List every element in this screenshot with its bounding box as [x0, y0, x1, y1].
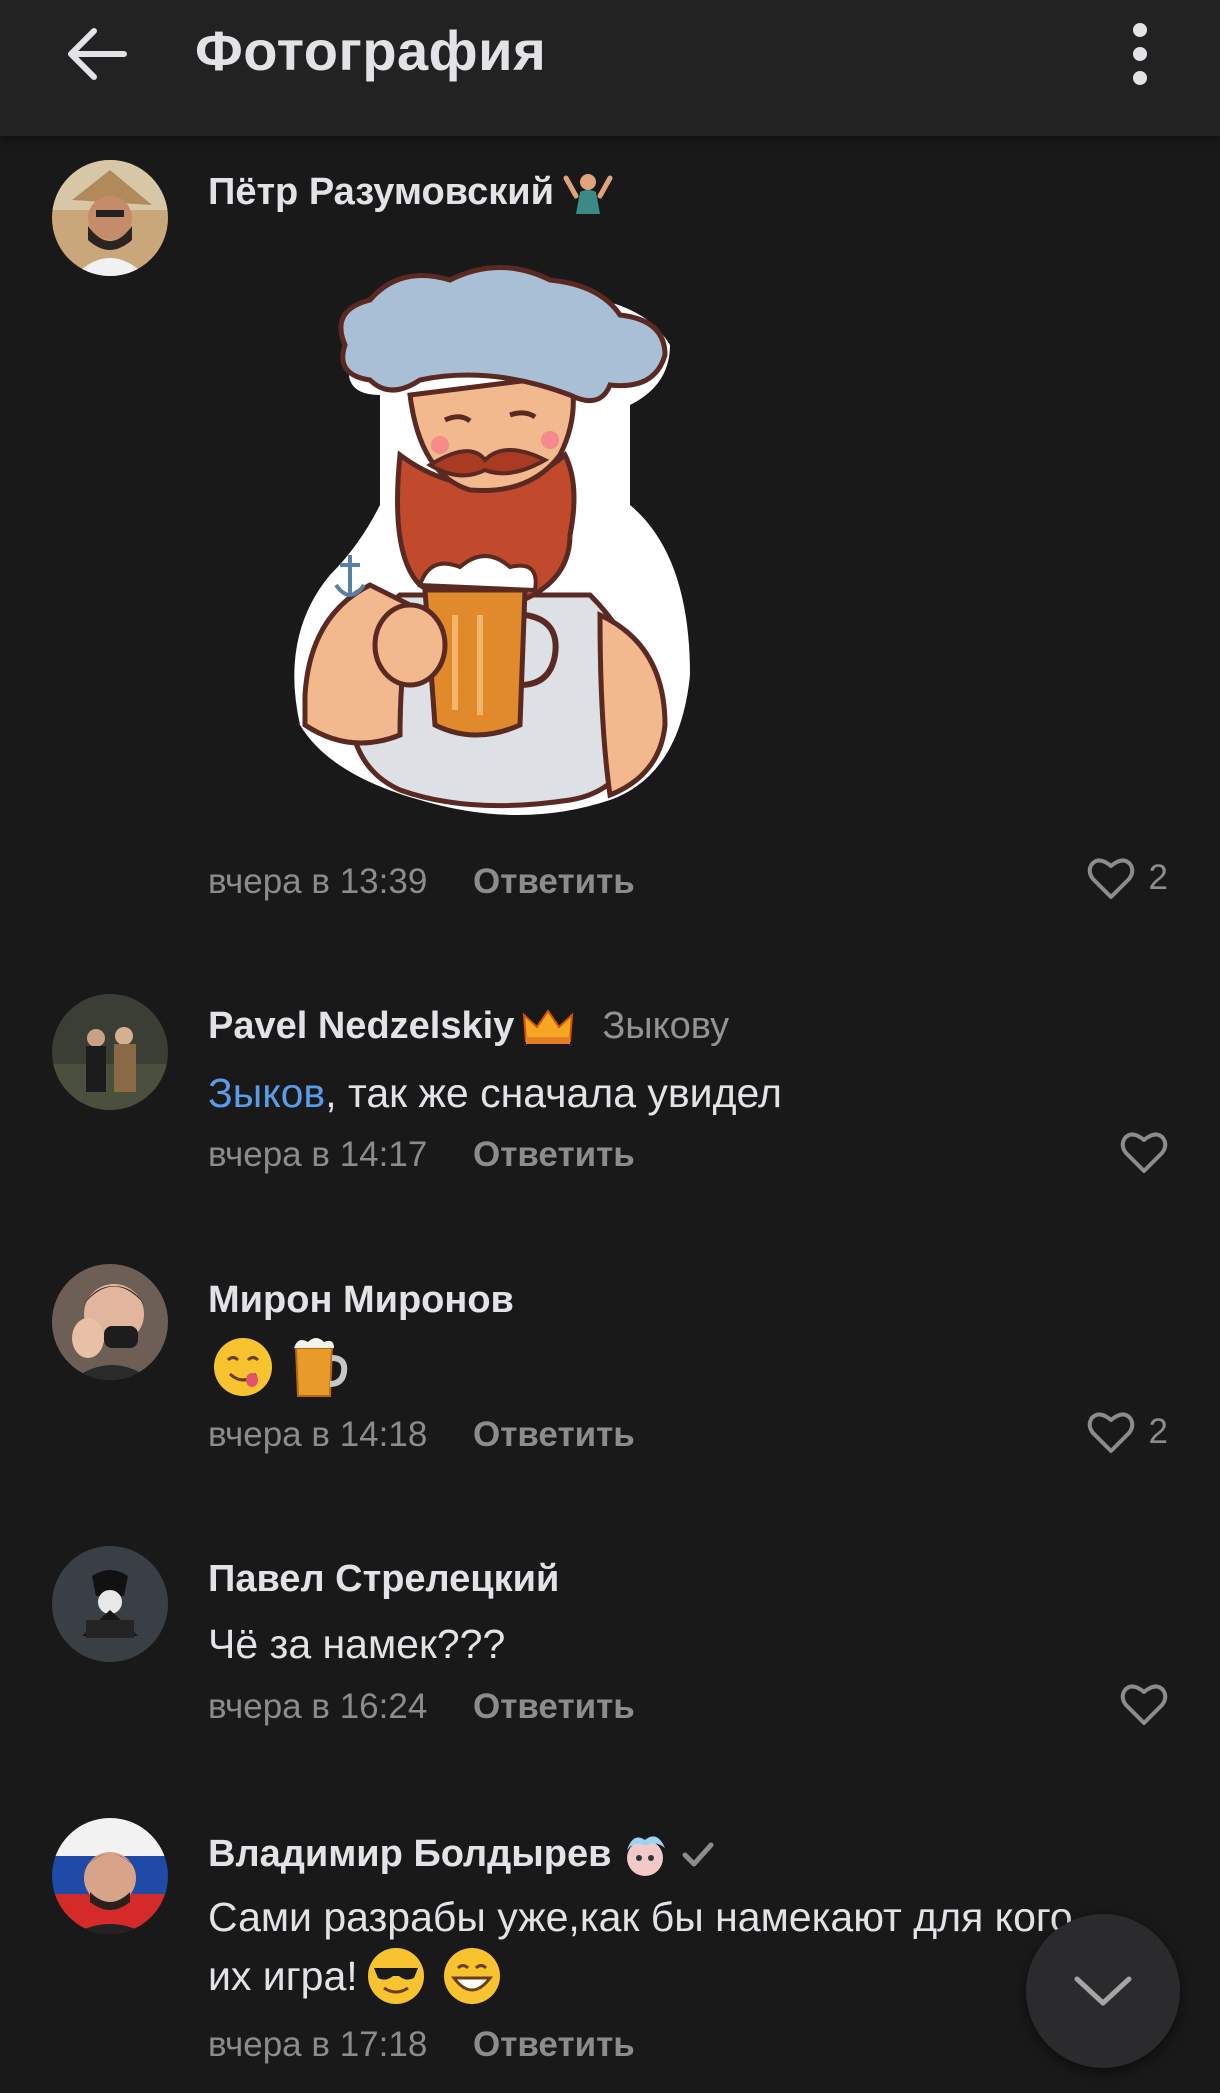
comment-text-line: их игра! — [208, 1946, 1168, 2006]
comment-time[interactable]: вчера в 14:18 — [208, 1415, 427, 1454]
app-bar: Фотография — [0, 0, 1220, 136]
like-button[interactable] — [1120, 1130, 1168, 1174]
reply-button[interactable]: Ответить — [473, 862, 635, 901]
cold-face-icon — [627, 1836, 666, 1876]
avatar[interactable] — [52, 1264, 168, 1380]
reply-button[interactable]: Ответить — [473, 1415, 635, 1454]
comment-text: Чё за намек??? — [208, 1621, 506, 1667]
like-count: 2 — [1148, 858, 1168, 897]
mention-link[interactable]: Зыков — [208, 1070, 325, 1116]
scroll-down-button[interactable] — [1026, 1914, 1180, 2068]
sunglasses-face-icon — [367, 1948, 424, 2004]
grinning-face-icon — [443, 1948, 500, 2004]
person-emoji-icon — [563, 174, 613, 214]
comment-meta: вчера в 17:18 Ответить — [208, 2025, 635, 2065]
comment-emojis — [212, 1334, 350, 1400]
comment-meta: вчера в 14:17 Ответить — [208, 1135, 635, 1175]
comment-meta: вчера в 16:24 Ответить — [208, 1687, 635, 1727]
like-button[interactable]: 2 — [1087, 1410, 1168, 1454]
comment-text: Сами разрабы уже,как бы намекают для ког… — [208, 1888, 1168, 2006]
page-title: Фотография — [195, 19, 547, 82]
comment-author[interactable]: Павел Стрелецкий — [208, 1558, 559, 1601]
heart-icon — [1087, 858, 1134, 899]
comment-text: Зыков, так же сначала увидел — [208, 1070, 782, 1116]
heart-icon — [1120, 1132, 1168, 1173]
verified-check-icon — [682, 1842, 714, 1867]
avatar[interactable] — [52, 1818, 168, 1934]
reply-to-label[interactable]: Зыкову — [602, 1005, 729, 1048]
comment-meta: вчера в 14:18 Ответить — [208, 1415, 635, 1455]
comment-author[interactable]: Владимир Болдырев — [208, 1830, 715, 1878]
sticker-image[interactable] — [270, 255, 720, 816]
heart-icon — [1087, 1412, 1134, 1453]
more-vertical-icon — [1133, 23, 1147, 85]
like-button[interactable]: 2 — [1087, 856, 1168, 900]
comment-author[interactable]: Pavel Nedzelskiy Зыкову — [208, 1005, 729, 1048]
chevron-down-icon — [1074, 1976, 1132, 2006]
heart-icon — [1120, 1684, 1168, 1725]
comment-author[interactable]: Мирон Миронов — [208, 1279, 514, 1322]
comment-meta: вчера в 13:39 Ответить — [208, 862, 635, 902]
avatar[interactable] — [52, 994, 168, 1110]
comment-author[interactable]: Пётр Разумовский — [208, 170, 614, 214]
like-button[interactable] — [1120, 1682, 1168, 1726]
comment-time[interactable]: вчера в 16:24 — [208, 1687, 427, 1726]
avatar[interactable] — [52, 160, 168, 276]
reply-button[interactable]: Ответить — [473, 1135, 635, 1174]
like-count: 2 — [1148, 1412, 1168, 1451]
reply-button[interactable]: Ответить — [473, 1687, 635, 1726]
crown-icon — [523, 1008, 574, 1044]
comment-time[interactable]: вчера в 13:39 — [208, 862, 427, 901]
more-options-button[interactable] — [1100, 14, 1180, 94]
back-button[interactable] — [52, 14, 142, 94]
comment-time[interactable]: вчера в 17:18 — [208, 2025, 427, 2064]
reply-button[interactable]: Ответить — [473, 2025, 635, 2064]
back-arrow-icon — [68, 28, 127, 80]
beer-mug-icon — [294, 1338, 348, 1397]
comment-time[interactable]: вчера в 14:17 — [208, 1135, 427, 1174]
yum-face-icon — [214, 1338, 272, 1396]
avatar[interactable] — [52, 1546, 168, 1662]
